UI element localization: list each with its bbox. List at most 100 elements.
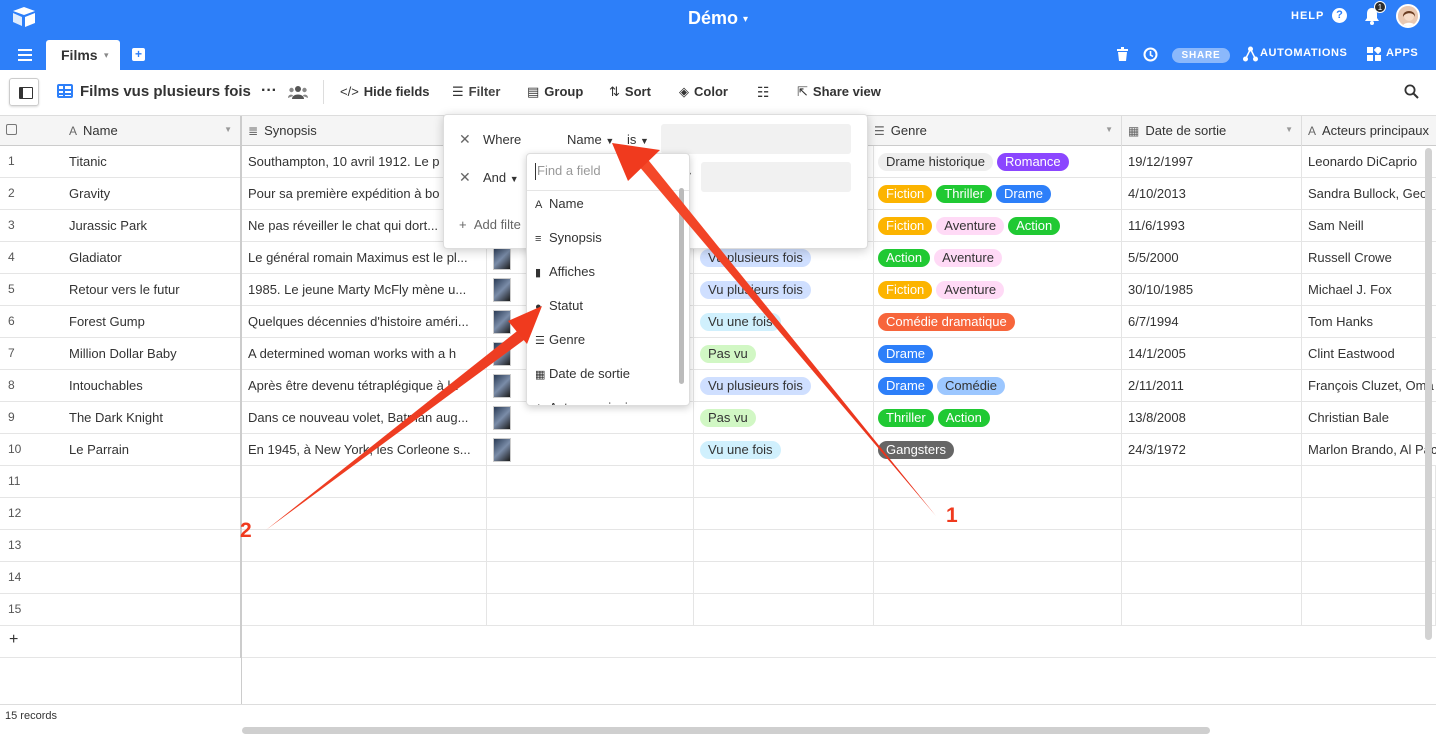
cell-affiches[interactable] — [487, 402, 694, 434]
poster-thumbnail[interactable] — [493, 246, 511, 270]
empty-cell[interactable] — [1302, 562, 1436, 594]
poster-thumbnail[interactable] — [493, 278, 511, 302]
cell-genre[interactable]: Thriller Action — [874, 402, 1122, 434]
empty-cell[interactable] — [1302, 594, 1436, 626]
column-header-synopsis[interactable]: ≣ Synopsis — [242, 116, 444, 146]
empty-cell[interactable] — [874, 594, 1122, 626]
cell-statut[interactable]: Vu une fois — [694, 306, 874, 338]
table-row[interactable]: 13 — [0, 530, 1436, 562]
hide-fields-button[interactable]: </> Hide fields — [340, 84, 430, 99]
horizontal-scrollbar[interactable] — [242, 727, 1210, 734]
cell-synopsis[interactable]: A determined woman works with a h — [242, 338, 487, 370]
empty-cell[interactable] — [63, 594, 241, 626]
empty-cell[interactable] — [242, 594, 487, 626]
empty-cell[interactable] — [487, 498, 694, 530]
cell-acteurs[interactable]: Marlon Brando, Al Pac — [1302, 434, 1436, 466]
view-switcher[interactable]: Films vus plusieurs fois — [57, 83, 251, 100]
help-icon[interactable]: ? — [1332, 8, 1347, 23]
automations-button[interactable]: AUTOMATIONS — [1260, 47, 1347, 59]
menu-icon[interactable] — [18, 49, 32, 61]
app-title[interactable]: Démo ▾ — [688, 8, 748, 28]
cell-genre[interactable]: Action Aventure — [874, 242, 1122, 274]
cell-name[interactable]: Forest Gump — [63, 306, 241, 338]
operator-selector[interactable]: is ▼ — [627, 132, 649, 147]
row-height-icon[interactable]: ☷ — [757, 84, 770, 101]
cell-date[interactable]: 30/10/1985 — [1122, 274, 1302, 306]
empty-cell[interactable] — [487, 562, 694, 594]
table-row[interactable]: 12 — [0, 498, 1436, 530]
apps-button[interactable]: APPS — [1386, 47, 1418, 59]
cell-date[interactable]: 24/3/1972 — [1122, 434, 1302, 466]
empty-cell[interactable] — [694, 498, 874, 530]
cell-name[interactable]: Le Parrain — [63, 434, 241, 466]
cell-acteurs[interactable]: François Cluzet, Oma — [1302, 370, 1436, 402]
column-header-name[interactable]: A Name ▼ — [63, 116, 241, 146]
field-option-affiches[interactable]: ▮ Affiches — [535, 264, 595, 279]
find-field-input[interactable]: Find a field — [535, 163, 601, 180]
table-row[interactable]: 6 Forest Gump Quelques décennies d'histoir… — [0, 306, 1436, 338]
color-button[interactable]: ◈ Color — [679, 84, 728, 100]
empty-cell[interactable] — [1122, 530, 1302, 562]
row-number[interactable]: 2 — [0, 178, 63, 210]
table-row[interactable]: 9 The Dark Knight Dans ce nouveau volet, B… — [0, 402, 1436, 434]
cell-synopsis[interactable]: En 1945, à New York, les Corleone s... — [242, 434, 487, 466]
cell-synopsis[interactable]: Dans ce nouveau volet, Batman aug... — [242, 402, 487, 434]
field-option-acteurs-principaux[interactable]: AActeurs principaux — [535, 400, 656, 405]
empty-cell[interactable] — [874, 498, 1122, 530]
cell-synopsis[interactable]: Quelques décennies d'histoire améri... — [242, 306, 487, 338]
cell-date[interactable]: 6/7/1994 — [1122, 306, 1302, 338]
empty-cell[interactable] — [874, 466, 1122, 498]
cell-name[interactable]: Titanic — [63, 146, 241, 178]
sidebar-toggle-button[interactable] — [9, 78, 39, 106]
cell-acteurs[interactable]: Christian Bale — [1302, 402, 1436, 434]
cell-statut[interactable]: Vu une fois — [694, 434, 874, 466]
search-icon[interactable] — [1404, 84, 1419, 99]
filter-button[interactable]: ☰ Filter — [452, 84, 500, 100]
cell-name[interactable]: Intouchables — [63, 370, 241, 402]
cell-acteurs[interactable]: Sandra Bullock, Geor — [1302, 178, 1436, 210]
dropdown-scrollbar[interactable] — [679, 188, 684, 384]
cell-statut[interactable]: Pas vu — [694, 338, 874, 370]
cell-genre[interactable]: Drame historique Romance — [874, 146, 1122, 178]
group-button[interactable]: ▤ Group — [527, 84, 583, 100]
field-option-name[interactable]: A Name — [535, 196, 584, 211]
empty-cell[interactable] — [694, 562, 874, 594]
cell-acteurs[interactable]: Clint Eastwood — [1302, 338, 1436, 370]
empty-cell[interactable] — [874, 562, 1122, 594]
empty-cell[interactable] — [63, 466, 241, 498]
empty-cell[interactable] — [1122, 594, 1302, 626]
remove-condition-icon[interactable]: ✕ — [459, 169, 471, 186]
cell-affiches[interactable] — [487, 434, 694, 466]
row-number[interactable]: 1 — [0, 146, 63, 178]
empty-cell[interactable] — [63, 498, 241, 530]
table-row[interactable]: 8 Intouchables Après être devenu tétraplég… — [0, 370, 1436, 402]
poster-thumbnail[interactable] — [493, 342, 511, 366]
conjunction-selector[interactable]: And ▼ — [483, 170, 519, 185]
cell-name[interactable]: Retour vers le futur — [63, 274, 241, 306]
table-row[interactable]: 15 — [0, 594, 1436, 626]
cell-synopsis[interactable]: 1985. Le jeune Marty McFly mène u... — [242, 274, 487, 306]
empty-cell[interactable] — [242, 530, 487, 562]
cell-acteurs[interactable]: Sam Neill — [1302, 210, 1436, 242]
chevron-down-icon[interactable]: ▾ — [104, 50, 109, 61]
cell-name[interactable]: Gravity — [63, 178, 241, 210]
add-table-button[interactable]: + — [132, 48, 145, 61]
filter-value-input-2[interactable] — [701, 162, 851, 192]
vertical-scrollbar[interactable] — [1425, 148, 1432, 640]
table-row[interactable]: 5 Retour vers le futur 1985. Le jeune Mart… — [0, 274, 1436, 306]
help-button[interactable]: HELP — [1291, 10, 1324, 22]
airtable-logo-icon[interactable] — [12, 6, 36, 28]
poster-thumbnail[interactable] — [493, 374, 511, 398]
field-option-genre[interactable]: ☰ Genre — [535, 332, 585, 347]
share-view-button[interactable]: ⇱ Share view — [797, 84, 881, 100]
empty-cell[interactable] — [63, 562, 241, 594]
column-header-date[interactable]: ▦ Date de sortie ▼ — [1122, 116, 1302, 146]
row-number[interactable]: 9 — [0, 402, 63, 434]
row-number[interactable]: 10 — [0, 434, 63, 466]
empty-cell[interactable] — [242, 562, 487, 594]
history-icon[interactable] — [1143, 47, 1158, 62]
cell-date[interactable]: 14/1/2005 — [1122, 338, 1302, 370]
table-row[interactable]: 7 Million Dollar Baby A determined woman w… — [0, 338, 1436, 370]
cell-genre[interactable]: Fiction Aventure Action — [874, 210, 1122, 242]
cell-acteurs[interactable]: Tom Hanks — [1302, 306, 1436, 338]
